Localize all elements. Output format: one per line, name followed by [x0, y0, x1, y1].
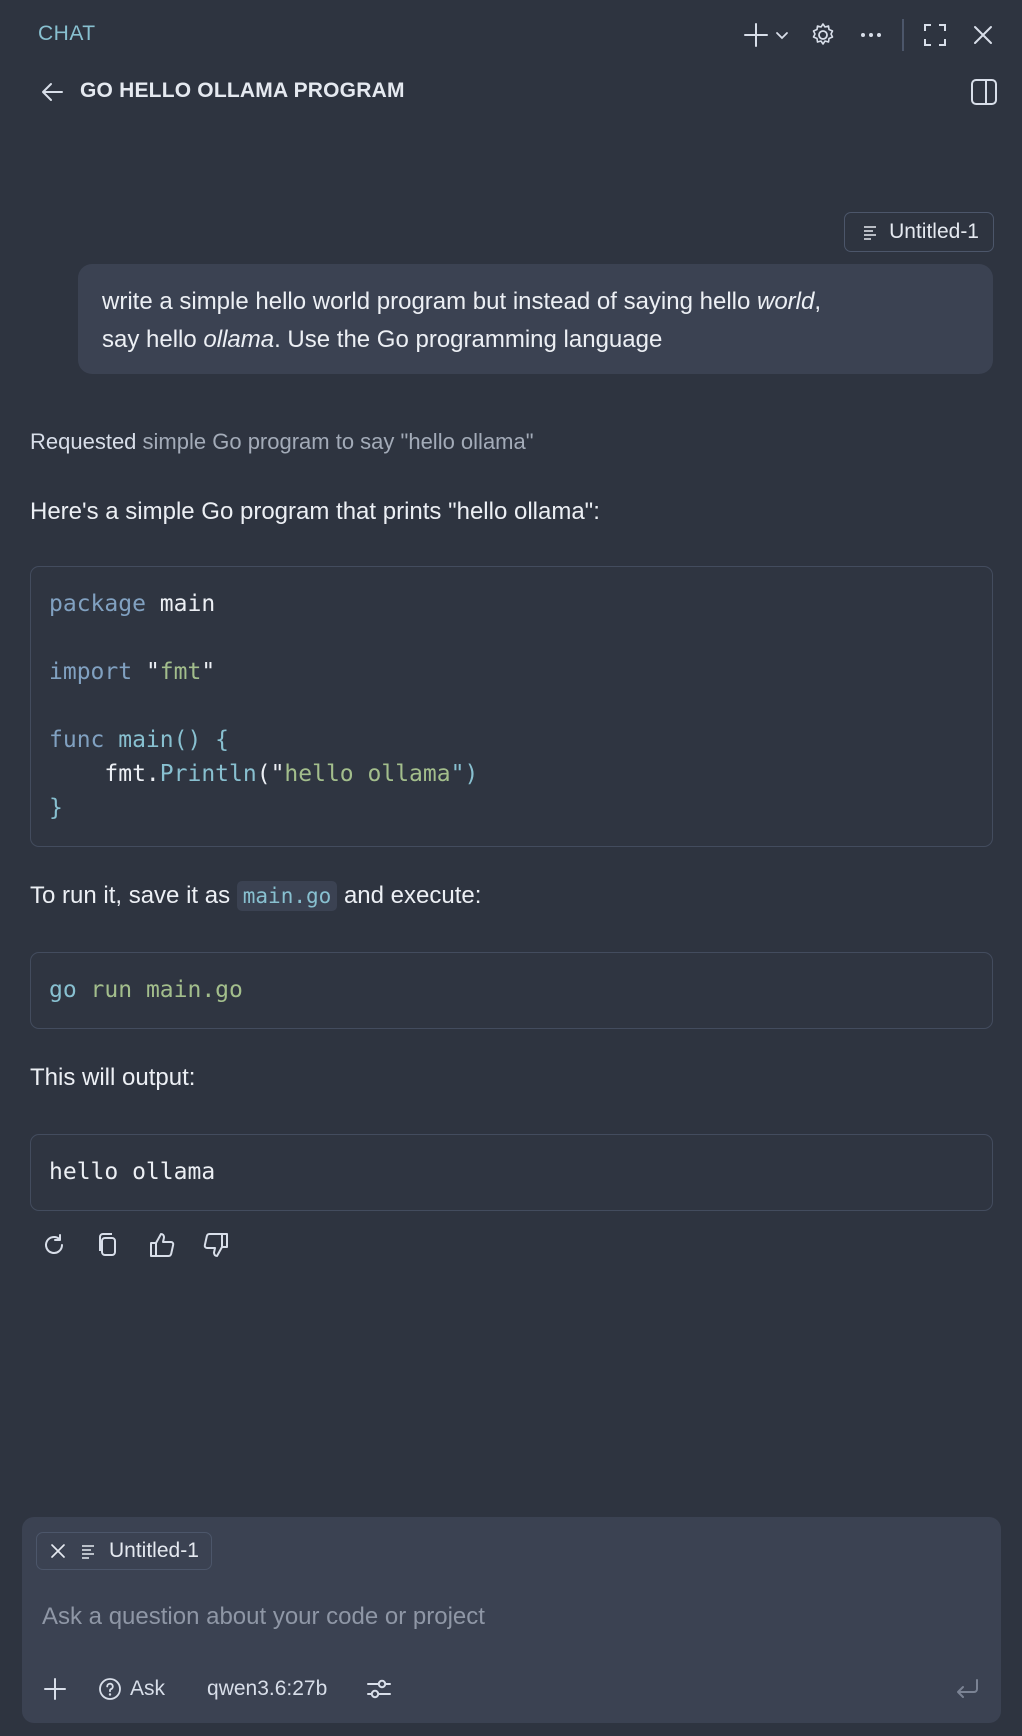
run-text-before: To run it, save it as [30, 882, 237, 909]
code-token: Println [159, 761, 257, 787]
context-chip-label: Untitled-1 [889, 220, 979, 243]
code-block-main[interactable]: package main import "fmt" func main() { … [30, 566, 993, 847]
inline-filename: main.go [236, 881, 338, 911]
dislike-button[interactable] [196, 1225, 236, 1265]
code-token: run main.go [76, 977, 243, 1003]
code-token: } [49, 795, 63, 821]
chat-panel: CHAT GO HELLO OLLAMA PROGRAM Untitled-1 … [0, 0, 1022, 1736]
panel-title: CHAT [38, 22, 96, 45]
code-token: () { [173, 727, 230, 753]
code-token: go [49, 977, 77, 1003]
thumbs-down-icon [203, 1233, 228, 1257]
requested-label: Requested [30, 429, 137, 454]
mode-label: Ask [130, 1677, 166, 1700]
assistant-intro: Here's a simple Go program that prints "… [30, 498, 600, 525]
remove-attachment-icon[interactable] [49, 1542, 67, 1560]
header-actions [736, 14, 1004, 56]
code-line: fmt.Println("hello ollama") [49, 757, 974, 791]
retry-button[interactable] [34, 1225, 74, 1265]
emphasis-text: world [757, 288, 815, 315]
plus-icon [744, 23, 768, 47]
code-token: fmt [159, 659, 202, 685]
code-line: func main() { [49, 723, 974, 757]
back-button[interactable] [34, 74, 70, 110]
close-panel-button[interactable] [962, 14, 1004, 56]
code-token: ") [450, 761, 479, 787]
code-line: } [49, 791, 974, 825]
chat-input[interactable] [36, 1595, 976, 1639]
output-label: This will output: [30, 1064, 196, 1091]
request-summary: Requested simple Go program to say "hell… [30, 429, 534, 455]
user-message: write a simple hello world program but i… [78, 264, 993, 374]
message-text: write a simple hello world program but i… [102, 288, 757, 315]
question-circle-icon [99, 1678, 121, 1700]
chat-composer: Untitled-1 Ask qwen3.6:27b [22, 1517, 1001, 1723]
toggle-panel-button[interactable] [966, 74, 1002, 110]
add-context-button[interactable] [36, 1669, 74, 1709]
run-text-after: and execute: [337, 882, 482, 909]
code-line: package main [49, 587, 974, 621]
code-token: main [145, 591, 216, 617]
copy-button[interactable] [88, 1225, 128, 1265]
send-button[interactable] [947, 1669, 987, 1709]
like-button[interactable] [142, 1225, 182, 1265]
code-token: (" [256, 761, 285, 787]
code-token: fmt. [49, 761, 160, 787]
toolbar-divider [902, 19, 904, 51]
code-block-output[interactable]: hello ollama [30, 1134, 993, 1211]
code-line: go run main.go [49, 973, 974, 1007]
code-line: hello ollama [49, 1155, 974, 1189]
copy-icon [99, 1233, 116, 1256]
enter-icon [957, 1679, 978, 1698]
model-label: qwen3.6:27b [207, 1677, 328, 1700]
sliders-icon [367, 1679, 392, 1699]
message-text: , [814, 288, 822, 315]
code-token: hello ollama [284, 761, 451, 787]
message-text: say hello [102, 326, 204, 353]
close-icon [974, 26, 992, 44]
conversation-title: GO HELLO OLLAMA PROGRAM [80, 79, 405, 102]
code-token: func [49, 727, 105, 753]
requested-detail: simple Go program to say "hello ollama" [142, 429, 534, 454]
run-instructions: To run it, save it as main.go and execut… [30, 881, 482, 911]
code-token: " [132, 659, 160, 685]
maximize-button[interactable] [914, 14, 956, 56]
tools-button[interactable] [359, 1669, 399, 1709]
panel-header: CHAT [0, 0, 1022, 70]
plus-icon [44, 1678, 66, 1700]
code-token: hello ollama [49, 1159, 216, 1185]
message-text: . Use the Go programming language [274, 326, 663, 353]
file-text-icon [864, 226, 877, 240]
ellipsis-icon [861, 33, 881, 37]
code-block-run[interactable]: go run main.go [30, 952, 993, 1029]
refresh-icon [45, 1234, 63, 1254]
code-token: " [201, 659, 216, 685]
sidebar-toggle-icon [971, 79, 997, 105]
composer-toolbar: Ask qwen3.6:27b [36, 1669, 399, 1709]
arrow-left-icon [42, 83, 63, 101]
code-token: package [49, 591, 146, 617]
settings-button[interactable] [802, 14, 844, 56]
more-actions-button[interactable] [850, 14, 892, 56]
thumbs-up-icon [150, 1233, 175, 1257]
attachment-chip[interactable]: Untitled-1 [36, 1532, 212, 1570]
attachment-label: Untitled-1 [109, 1539, 199, 1562]
user-context-chip[interactable]: Untitled-1 [844, 212, 994, 252]
maximize-icon [924, 24, 946, 46]
file-text-icon [82, 1545, 94, 1559]
emphasis-text: ollama [203, 326, 275, 353]
code-line: import "fmt" [49, 655, 974, 689]
conversation-titlebar: GO HELLO OLLAMA PROGRAM [0, 70, 1022, 114]
code-token: import [49, 659, 133, 685]
chevron-down-icon [776, 32, 788, 40]
mode-selector[interactable]: Ask [92, 1669, 171, 1709]
new-chat-button[interactable] [736, 14, 796, 56]
code-token: main [104, 727, 174, 753]
model-selector[interactable]: qwen3.6:27b [201, 1669, 333, 1709]
gear-icon [812, 23, 834, 45]
response-actions [34, 1225, 236, 1265]
